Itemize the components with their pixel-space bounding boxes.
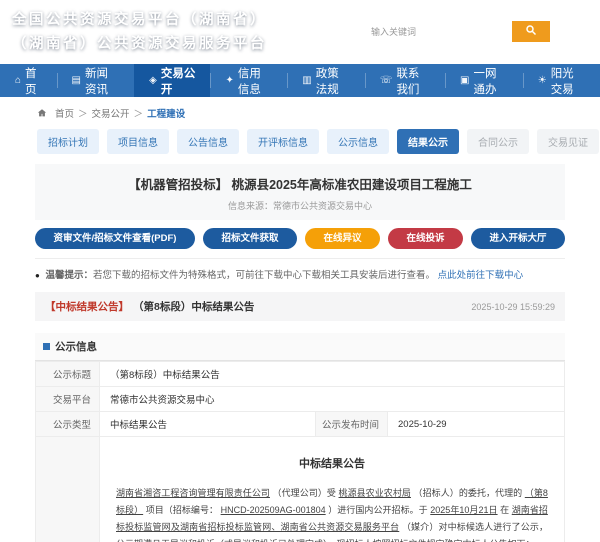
logo-line1: 全国公共资源交易平台（湖南省） bbox=[12, 9, 267, 33]
action-button[interactable]: 进入开标大厅 bbox=[471, 228, 565, 249]
nav-item-icon: ▣ bbox=[460, 75, 469, 86]
nav-item-label: 联系我们 bbox=[396, 65, 430, 97]
nav-item-icon: ✦ bbox=[225, 75, 233, 86]
notice-prefix: 温馨提示： bbox=[45, 270, 93, 281]
table-row: 公示标题 （第8标段）中标结果公告 bbox=[36, 362, 565, 387]
category-tab[interactable]: 交易见证 bbox=[537, 129, 599, 154]
nav-item[interactable]: ☀ 阳光交易 bbox=[523, 64, 600, 97]
download-center-link[interactable]: 点此处前往下载中心 bbox=[438, 270, 524, 281]
nav-item[interactable]: ◈ 交易公开 bbox=[134, 64, 210, 97]
result-tag: 【中标结果公告】 bbox=[45, 299, 129, 314]
blue-square-icon bbox=[43, 343, 50, 350]
category-tab[interactable]: 项目信息 bbox=[107, 129, 169, 154]
nav-item-icon: ☀ bbox=[538, 75, 547, 86]
paragraph-segment: （招标人）的委托，代理的 bbox=[414, 488, 523, 498]
nav-item-label: 政策法规 bbox=[316, 65, 350, 97]
nav-item-icon: ◈ bbox=[149, 75, 157, 86]
nav-item-icon: ▥ bbox=[302, 75, 311, 86]
page-title: 【机器管招投标】 桃源县2025年高标准农田建设项目工程施工 bbox=[45, 174, 555, 193]
nav-item-icon: ☏ bbox=[380, 75, 393, 86]
paragraph-segment: 桃源县农业农村局 bbox=[339, 488, 411, 498]
category-tab[interactable]: 招标计划 bbox=[37, 129, 99, 154]
row-value: （第8标段）中标结果公告 bbox=[100, 362, 565, 387]
paragraph-segment: 项目（招标编号： bbox=[146, 505, 218, 515]
category-tab[interactable]: 公告信息 bbox=[177, 129, 239, 154]
paragraph-segment: 湖南省湘咨工程咨询管理有限责任公司 bbox=[116, 488, 270, 498]
result-title: （第8标段）中标结果公告 bbox=[133, 299, 254, 314]
breadcrumb: 首页 ＞ 交易公开 ＞ 工程建设 bbox=[0, 97, 600, 127]
table-row: 公示类型 中标结果公告 公示发布时间 2025-10-29 bbox=[36, 412, 565, 437]
table-row-content: 中标结果公告 湖南省湘咨工程咨询管理有限责任公司 （代理公司）受 桃源县农业农村… bbox=[36, 437, 565, 542]
info-source: 信息来源：常德市公共资源交易中心 bbox=[45, 199, 555, 212]
row-label: 公示类型 bbox=[36, 412, 100, 437]
article-header: 【机器管招投标】 桃源县2025年高标准农田建设项目工程施工 信息来源：常德市公… bbox=[35, 164, 565, 220]
action-button-row: 资审文件/招标文件查看(PDF) 招标文件获取 在线异议 在线投诉 进入开标大厅 bbox=[35, 228, 565, 249]
nav-item-label: 新闻资讯 bbox=[85, 65, 119, 97]
paragraph-segment: 在 bbox=[500, 505, 509, 515]
announcement-body: 中标结果公告 湖南省湘咨工程咨询管理有限责任公司 （代理公司）受 桃源县农业农村… bbox=[100, 437, 565, 542]
search-input[interactable] bbox=[364, 21, 512, 42]
breadcrumb-item[interactable]: 交易公开 bbox=[92, 106, 130, 120]
main-nav: ⌂ 首页 ▤ 新闻资讯 ◈ 交易公开 ✦ 信用信息 ▥ 政策法规 bbox=[0, 64, 600, 97]
action-button[interactable]: 在线异议 bbox=[305, 228, 380, 249]
home-icon bbox=[37, 108, 47, 118]
bullet-icon: ● bbox=[35, 271, 40, 280]
announcement-paragraph: 湖南省湘咨工程咨询管理有限责任公司 （代理公司）受 桃源县农业农村局 （招标人）… bbox=[116, 485, 548, 542]
publicity-info-table: 公示标题 （第8标段）中标结果公告 交易平台 常德市公共资源交易中心 公示类型 … bbox=[35, 361, 565, 542]
header-search bbox=[364, 21, 550, 42]
row-value: 常德市公共资源交易中心 bbox=[100, 387, 565, 412]
row-label-empty bbox=[36, 437, 100, 542]
result-bar[interactable]: 【中标结果公告】 （第8标段）中标结果公告 2025-10-29 15:59:2… bbox=[35, 292, 565, 321]
nav-item[interactable]: ⌂ 首页 bbox=[0, 64, 57, 97]
nav-item-label: 阳光交易 bbox=[551, 65, 585, 97]
logo-line2: （湖南省）公共资源交易服务平台 bbox=[12, 33, 267, 57]
breadcrumb-item[interactable]: 工程建设 bbox=[147, 106, 185, 120]
row-label: 公示发布时间 bbox=[316, 412, 388, 437]
row-label: 交易平台 bbox=[36, 387, 100, 412]
nav-item-label: 首页 bbox=[25, 65, 41, 97]
search-button[interactable] bbox=[512, 21, 550, 42]
breadcrumb-separator: ＞ bbox=[134, 106, 144, 120]
table-row: 交易平台 常德市公共资源交易中心 bbox=[36, 387, 565, 412]
tip-notice: ● 温馨提示：若您下载的招标文件为特殊格式，可前往下载中心下载相关工具安装后进行… bbox=[35, 258, 565, 281]
search-icon bbox=[525, 24, 537, 39]
row-label: 公示标题 bbox=[36, 362, 100, 387]
breadcrumb-separator: ＞ bbox=[78, 106, 88, 120]
nav-item[interactable]: ☏ 联系我们 bbox=[365, 64, 445, 97]
paragraph-segment: HNCD-202509AG-001804 bbox=[221, 505, 326, 515]
nav-item[interactable]: ▣ 一网通办 bbox=[445, 64, 523, 97]
paragraph-segment: （代理公司）受 bbox=[273, 488, 336, 498]
nav-item[interactable]: ▤ 新闻资讯 bbox=[57, 64, 135, 97]
action-button[interactable]: 招标文件获取 bbox=[203, 228, 297, 249]
nav-item-label: 信用信息 bbox=[238, 65, 272, 97]
row-value: 中标结果公告 bbox=[100, 412, 316, 437]
nav-item-label: 一网通办 bbox=[474, 65, 508, 97]
paragraph-segment: ）进行国内公开招标。于 bbox=[328, 505, 428, 515]
nav-item-icon: ⌂ bbox=[15, 75, 21, 86]
category-tab[interactable]: 结果公示 bbox=[397, 129, 459, 154]
announcement-title: 中标结果公告 bbox=[116, 455, 548, 471]
category-tab[interactable]: 公示信息 bbox=[327, 129, 389, 154]
site-logo: 全国公共资源交易平台（湖南省） （湖南省）公共资源交易服务平台 bbox=[12, 9, 267, 57]
result-timestamp: 2025-10-29 15:59:29 bbox=[471, 302, 555, 312]
section-title: 公示信息 bbox=[55, 339, 97, 354]
page: 全国公共资源交易平台（湖南省） （湖南省）公共资源交易服务平台 ⌂ 首页 bbox=[0, 0, 600, 542]
header-banner: 全国公共资源交易平台（湖南省） （湖南省）公共资源交易服务平台 bbox=[0, 0, 600, 64]
notice-text: 若您下载的招标文件为特殊格式，可前往下载中心下载相关工具安装后进行查看。 bbox=[93, 270, 435, 281]
breadcrumb-item[interactable]: 首页 bbox=[55, 106, 74, 120]
nav-item-icon: ▤ bbox=[72, 75, 81, 86]
nav-item[interactable]: ▥ 政策法规 bbox=[287, 64, 365, 97]
section-header: 公示信息 bbox=[35, 333, 565, 361]
category-tab[interactable]: 合同公示 bbox=[467, 129, 529, 154]
nav-item-label: 交易公开 bbox=[161, 65, 196, 97]
category-tab[interactable]: 开评标信息 bbox=[247, 129, 319, 154]
action-button[interactable]: 资审文件/招标文件查看(PDF) bbox=[35, 228, 195, 249]
paragraph-segment: 2025年10月21日 bbox=[430, 505, 497, 515]
nav-item[interactable]: ✦ 信用信息 bbox=[210, 64, 287, 97]
category-tabs: 招标计划 项目信息 公告信息 开评标信息 公示信息 结果公示 合同公示 交易见证… bbox=[0, 127, 600, 154]
action-button[interactable]: 在线投诉 bbox=[388, 228, 463, 249]
row-value: 2025-10-29 bbox=[388, 412, 565, 437]
